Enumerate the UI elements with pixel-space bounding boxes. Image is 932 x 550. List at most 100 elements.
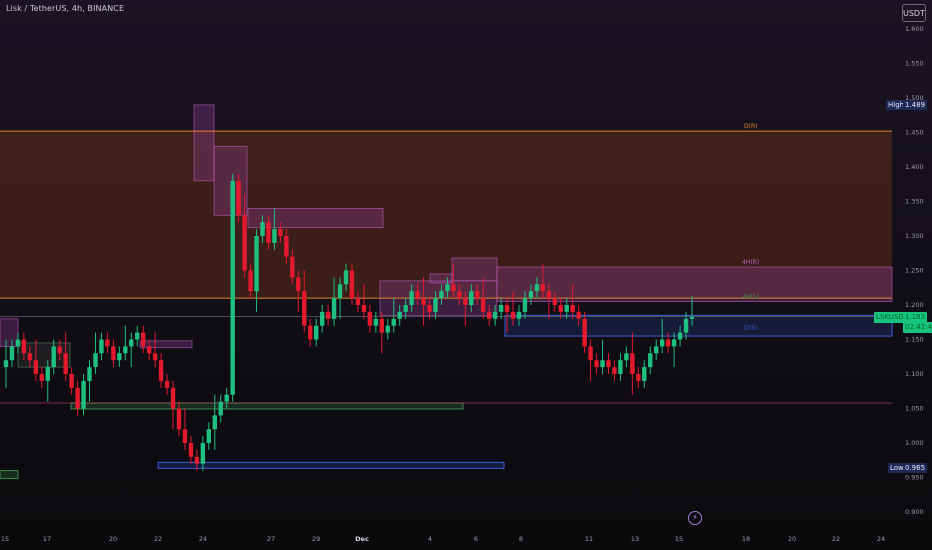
candle-body [176, 408, 182, 430]
candle-body [659, 339, 665, 347]
candle-body [349, 270, 355, 299]
candle-body [642, 367, 647, 381]
supply-block-5 [496, 266, 893, 302]
candle-body [302, 291, 307, 326]
y-tick-label: 1.100 [905, 370, 924, 378]
candle-body [182, 429, 188, 443]
candle-body [9, 346, 15, 361]
candle-body [516, 311, 522, 319]
green-demand-block [70, 402, 464, 410]
candle-body [170, 387, 176, 409]
candle-body [624, 353, 629, 361]
candle-body [81, 380, 86, 409]
candle-body [552, 298, 557, 305]
supply-block-4 [451, 257, 498, 282]
x-tick-label: 29 [312, 535, 320, 543]
candle-body [194, 456, 200, 464]
candle-body [45, 367, 50, 381]
candle-body [39, 374, 44, 381]
candle-body [397, 311, 402, 319]
x-tick-label: 6 [474, 535, 478, 543]
y-tick-label: 1.450 [905, 129, 924, 137]
x-tick-label: 15 [1, 535, 9, 543]
candle-body [564, 305, 569, 312]
candle-body [582, 318, 587, 347]
symbol-header: Lisk / TetherUS, 4h, BINANCE [6, 4, 125, 13]
candlestick-chart[interactable]: D(R)4H(R)4H(S)D(S) 1.6001.5501.5001.4501… [0, 0, 932, 550]
level-label: D(S) [744, 325, 757, 332]
candle-body [21, 339, 27, 354]
x-tick-label: 4 [428, 535, 432, 543]
candle-body [409, 291, 414, 305]
candle-body [486, 311, 492, 319]
candle-body [648, 353, 653, 368]
x-tick-label: 17 [43, 535, 51, 543]
x-tick-label: 20 [109, 535, 117, 543]
low-demand-zone [157, 461, 505, 469]
level-label: D(R) [744, 123, 757, 130]
candle-body [230, 180, 235, 395]
x-tick-label: 18 [742, 535, 750, 543]
candle-body [385, 325, 390, 333]
currency-unit-button[interactable]: USDT [902, 4, 926, 22]
candle-body [15, 339, 21, 347]
candle-body [367, 311, 373, 326]
candle-body [612, 367, 617, 374]
candle-body [355, 298, 361, 305]
y-tick-label: 1.150 [905, 336, 924, 344]
candle-body [158, 360, 164, 381]
candle-body [540, 284, 546, 292]
candle-body [129, 339, 134, 347]
candle-body [212, 415, 217, 430]
candle-body [248, 270, 253, 292]
candle-body [522, 298, 528, 312]
x-tick-label: 11 [585, 535, 593, 543]
chart-root: D(R) 4H(R) 4H(S) D(S) 1.600 1.550 1.500 1.450 1… [0, 0, 932, 550]
candle-body [403, 305, 408, 312]
candle-body [391, 318, 396, 326]
x-tick-label: 15 [675, 535, 683, 543]
candle-body [260, 222, 265, 236]
candle-body [546, 291, 552, 299]
y-tick-label: 1.000 [905, 439, 924, 447]
x-tick-label: 22 [832, 535, 840, 543]
green-demand-left [0, 470, 19, 480]
candle-body [492, 311, 498, 319]
candle-body [445, 284, 450, 292]
x-tick-label: 13 [631, 535, 639, 543]
candle-body [594, 360, 599, 368]
candle-body [319, 311, 325, 326]
candle-body [379, 318, 385, 333]
candle-body [528, 291, 534, 299]
candle-body [200, 443, 206, 464]
candle-body [87, 367, 92, 381]
candle-body [677, 332, 683, 340]
candle-body [278, 229, 283, 236]
candle-body [141, 332, 146, 347]
candle-body [570, 305, 575, 312]
candle-body [266, 222, 271, 243]
supply-block-6 [0, 318, 19, 347]
y-tick-label: 0.900 [905, 508, 924, 516]
x-tick-label: 24 [877, 535, 885, 543]
countdown-tag: 02:42:47 [903, 322, 932, 333]
candle-body [313, 325, 319, 340]
candle-body [498, 305, 504, 312]
candle-body [164, 380, 170, 388]
candle-body [75, 387, 80, 409]
lightning-icon[interactable]: ⚡ [688, 511, 702, 525]
candle-body [654, 346, 659, 354]
supply-block-8 [429, 273, 453, 284]
candle-body [534, 284, 540, 292]
candle-body [236, 180, 241, 216]
candle-body [99, 339, 104, 354]
candle-body [415, 291, 420, 299]
candle-body [510, 311, 516, 319]
candle-body [105, 339, 110, 347]
candle-body [111, 346, 116, 361]
y-tick-label: 1.400 [905, 163, 924, 171]
x-tick-label: Dec [355, 535, 369, 543]
y-tick-label: 1.300 [905, 232, 924, 240]
candle-body [242, 215, 247, 271]
x-tick-label: 27 [267, 535, 275, 543]
